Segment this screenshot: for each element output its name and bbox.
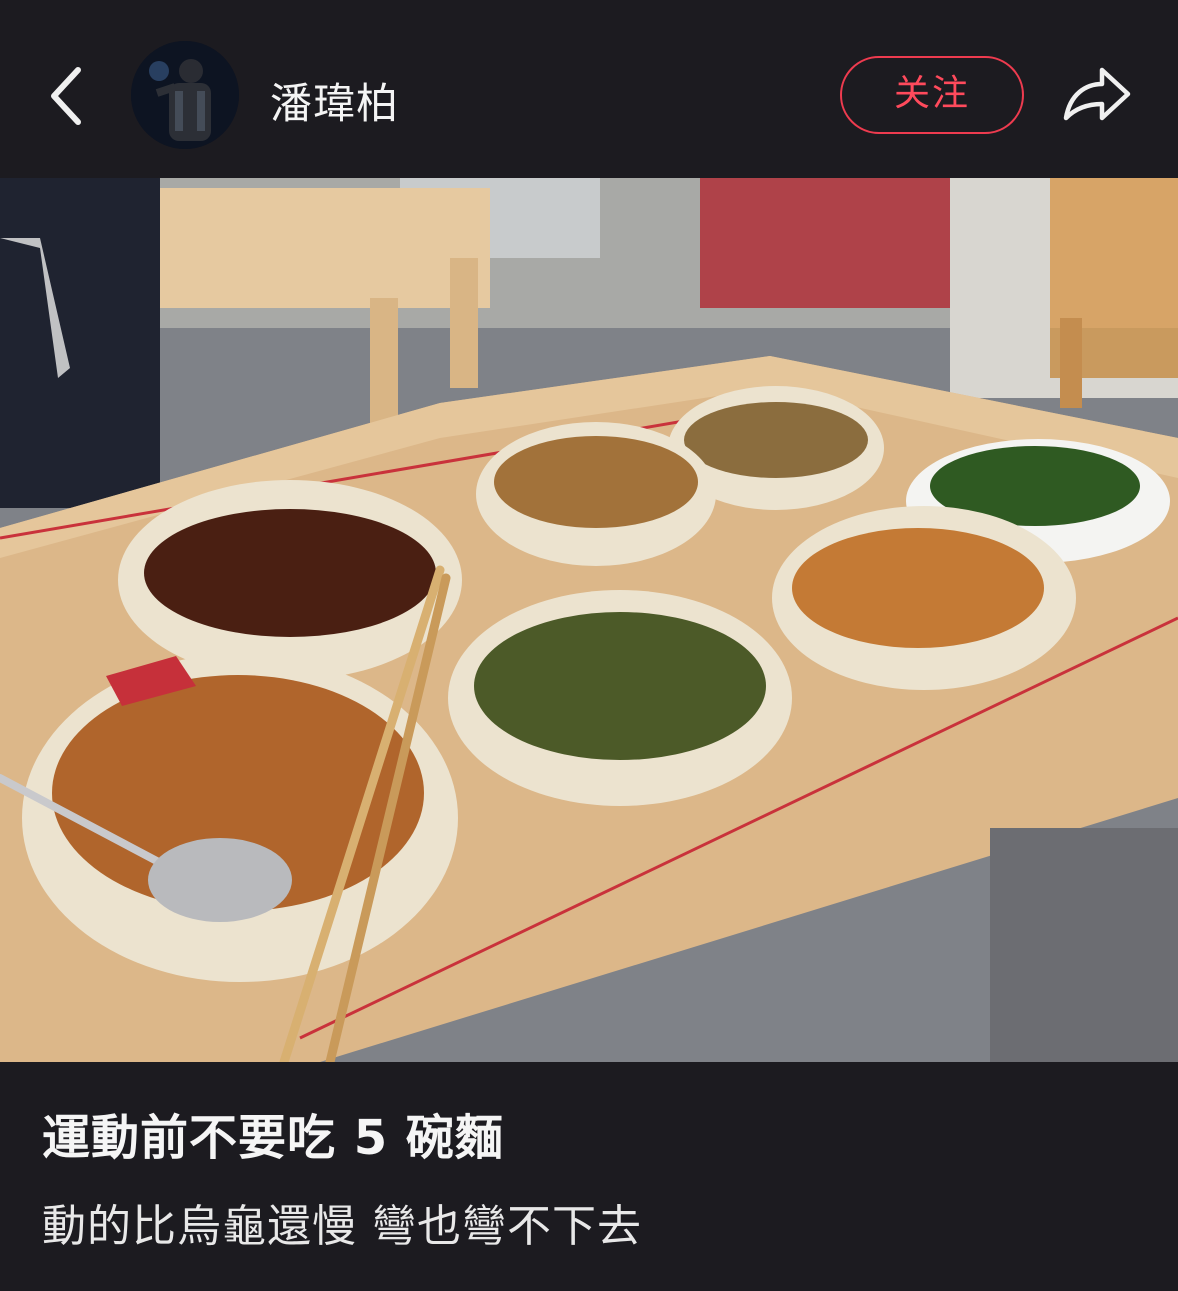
post-photo[interactable] — [0, 178, 1178, 1062]
follow-button[interactable]: 关注 — [840, 56, 1024, 134]
post-title: 運動前不要吃 5 碗麵 — [42, 1110, 504, 1166]
share-button[interactable] — [1058, 60, 1134, 128]
post-body: 動的比烏龜還慢 彎也彎不下去 — [42, 1201, 642, 1252]
back-button[interactable] — [40, 60, 96, 132]
chevron-left-icon — [51, 67, 81, 125]
noodle-bowls-photo — [0, 178, 1178, 1062]
username[interactable]: 潘瑋柏 — [270, 70, 399, 131]
caption-area — [0, 1062, 1178, 1291]
share-arrow-icon — [1063, 67, 1131, 121]
user-avatar — [131, 41, 239, 149]
avatar[interactable] — [131, 41, 239, 149]
top-bar: 潘瑋柏 关注 — [0, 0, 1178, 178]
